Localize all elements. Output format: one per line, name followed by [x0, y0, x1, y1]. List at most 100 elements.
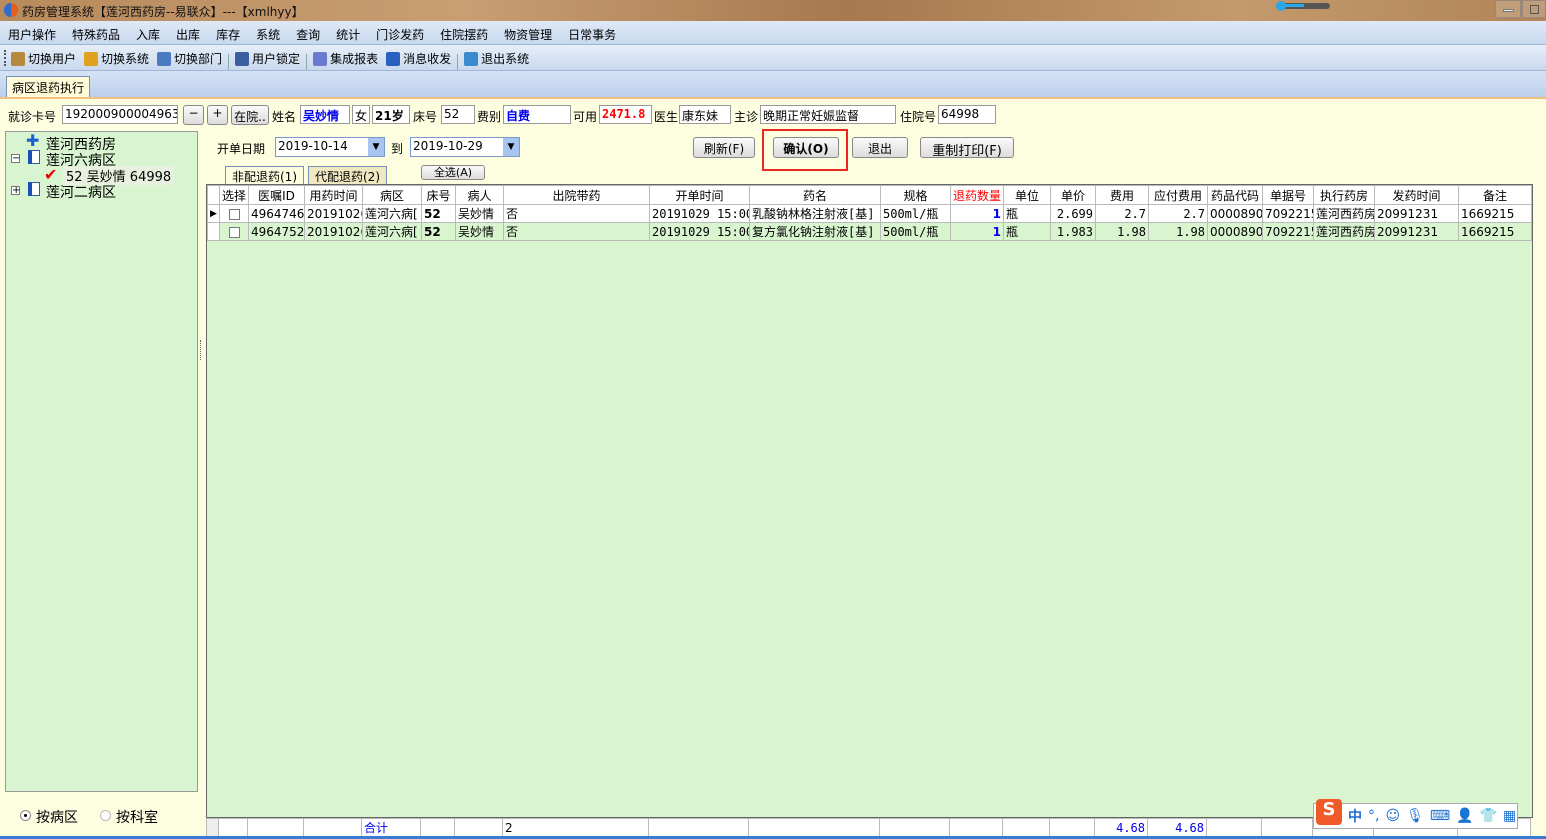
exit-button[interactable]: 退出: [852, 137, 908, 158]
ime-punctuation[interactable]: °,: [1368, 808, 1379, 824]
column-header[interactable]: 备注: [1458, 185, 1532, 205]
tab-non-dispensed-return[interactable]: 非配退药(1): [225, 166, 304, 184]
column-header[interactable]: 费用: [1095, 185, 1149, 205]
menu-item[interactable]: 物资管理: [496, 21, 560, 43]
expand-icon[interactable]: +: [11, 186, 20, 196]
date-label: 开单日期: [217, 142, 266, 156]
splitter-handle[interactable]: [200, 340, 204, 360]
toolbar-button[interactable]: 消息收发: [382, 50, 455, 67]
cell-4: 52: [421, 204, 456, 223]
menu-item[interactable]: 特殊药品: [64, 21, 128, 43]
radio-by-dept-label[interactable]: 按科室: [116, 807, 158, 827]
toolbar-button[interactable]: 集成报表: [309, 50, 382, 67]
column-header[interactable]: 发药时间: [1374, 185, 1459, 205]
collapse-icon[interactable]: −: [11, 154, 20, 164]
tab-dispensed-return[interactable]: 代配退药(2): [308, 166, 387, 184]
column-header[interactable]: 单据号: [1262, 185, 1314, 205]
emoji-icon[interactable]: ☺: [1385, 808, 1400, 824]
menu-item[interactable]: 系统: [248, 21, 288, 43]
date-to-input[interactable]: 2019-10-29 ▼: [410, 137, 520, 157]
ime-toolbar: S 中 °, ☺ 🎙 ⌨ 👤 👕 ▦: [1313, 799, 1518, 829]
date-from-input[interactable]: 2019-10-14 ▼: [275, 137, 385, 157]
checkbox[interactable]: [228, 208, 240, 220]
toolbar-button[interactable]: 退出系统: [460, 50, 533, 67]
menu-item[interactable]: 住院摆药: [432, 21, 496, 43]
column-header[interactable]: 执行药房: [1313, 185, 1375, 205]
column-header[interactable]: 药品代码: [1207, 185, 1263, 205]
table-row[interactable]: 4964752 20191026 莲河六病[52 吴妙情否 20191029 15:00…: [207, 222, 1532, 241]
confirm-button[interactable]: 确认(O): [773, 137, 839, 158]
switch-user-icon: [11, 51, 25, 66]
column-header[interactable]: 医嘱ID: [248, 185, 305, 205]
microphone-icon[interactable]: 🎙: [1406, 808, 1424, 824]
column-header[interactable]: 应付费用: [1148, 185, 1208, 205]
menu-item[interactable]: 出库: [168, 21, 208, 43]
tab-ward-return[interactable]: 病区退药执行: [6, 76, 91, 97]
ward-icon: [28, 150, 40, 164]
toolbar-button[interactable]: 切换用户: [7, 50, 80, 67]
cell-10: 1: [950, 222, 1004, 241]
table-row[interactable]: ▶ 4964746 20191026 莲河六病[52 吴妙情否 20191029 15:0…: [207, 204, 1532, 223]
column-header[interactable]: 单价: [1050, 185, 1096, 205]
column-header[interactable]: 开单时间: [649, 185, 750, 205]
row-checkbox[interactable]: [219, 222, 249, 241]
user-icon[interactable]: 👤: [1456, 808, 1473, 824]
menu-item[interactable]: 入库: [128, 21, 168, 43]
column-header[interactable]: 退药数量: [950, 185, 1004, 205]
checkbox[interactable]: [228, 226, 240, 238]
patient-sex: 女: [352, 105, 370, 124]
footer-cell: [1206, 818, 1262, 837]
minus-button[interactable]: −: [183, 105, 204, 125]
radio-by-ward-label[interactable]: 按病区: [36, 807, 78, 827]
reprint-button[interactable]: 重制打印(F): [920, 137, 1014, 159]
column-header[interactable]: 用药时间: [304, 185, 363, 205]
radio-by-dept[interactable]: [100, 810, 111, 821]
sogou-logo-icon[interactable]: S: [1316, 799, 1342, 825]
column-header[interactable]: 出院带药: [503, 185, 650, 205]
column-header[interactable]: 床号: [421, 185, 456, 205]
footer-cell: [303, 818, 362, 837]
keyboard-icon[interactable]: ⌨: [1430, 808, 1450, 824]
window-title: 药房管理系统【莲河西药房--易联众】---【xmlhyy】: [22, 5, 304, 19]
inpatient-status-button[interactable]: 在院..: [231, 105, 269, 125]
zoom-slider[interactable]: [1276, 1, 1330, 11]
dropdown-icon[interactable]: ▼: [368, 138, 384, 156]
dropdown-icon[interactable]: ▼: [503, 138, 519, 156]
column-header[interactable]: 单位: [1003, 185, 1051, 205]
radio-by-ward[interactable]: [20, 810, 31, 821]
grid-menu-icon[interactable]: ▦: [1503, 808, 1516, 824]
tree-node-ward-2[interactable]: 莲河二病区: [46, 182, 116, 202]
doctor-name: 康东妹: [679, 105, 731, 124]
column-header[interactable]: 药名: [749, 185, 881, 205]
ime-mode[interactable]: 中: [1348, 806, 1362, 826]
minimize-button[interactable]: [1495, 0, 1521, 18]
cell-11: 瓶: [1003, 204, 1051, 223]
plus-button[interactable]: +: [207, 105, 228, 125]
menu-item[interactable]: 门诊发药: [368, 21, 432, 43]
menu-item[interactable]: 统计: [328, 21, 368, 43]
toolbar-button[interactable]: 用户锁定: [231, 50, 304, 67]
toolbar-button[interactable]: 切换部门: [153, 50, 226, 67]
menu-item[interactable]: 用户操作: [0, 21, 64, 43]
info-icon: [386, 51, 401, 66]
column-header[interactable]: 规格: [880, 185, 951, 205]
inpatient-no-label: 住院号: [900, 110, 937, 124]
toolbar: 切换用户 切换系统 切换部门 用户锁定 集成报表 消息收发 退出系统: [0, 45, 1546, 71]
patient-name: 吴妙情: [300, 105, 350, 124]
select-all-button[interactable]: 全选(A): [421, 165, 485, 180]
skin-icon[interactable]: 👕: [1480, 808, 1497, 824]
column-header[interactable]: 选择: [219, 185, 249, 205]
column-header[interactable]: 病区: [362, 185, 422, 205]
menu-item[interactable]: 查询: [288, 21, 328, 43]
refresh-button[interactable]: 刷新(F): [693, 137, 755, 158]
card-number-input[interactable]: 1920009000049633: [62, 105, 178, 124]
toolbar-button[interactable]: 切换系统: [80, 50, 153, 67]
column-header[interactable]: 病人: [455, 185, 504, 205]
restore-button[interactable]: [1522, 0, 1546, 18]
toolbar-label: 切换部门: [174, 52, 223, 66]
menu-item[interactable]: 库存: [208, 21, 248, 43]
fee-type-label: 费别: [477, 110, 502, 124]
menu-item[interactable]: 日常事务: [560, 21, 624, 43]
toolbar-label: 用户锁定: [252, 52, 301, 66]
row-checkbox[interactable]: [219, 204, 249, 223]
